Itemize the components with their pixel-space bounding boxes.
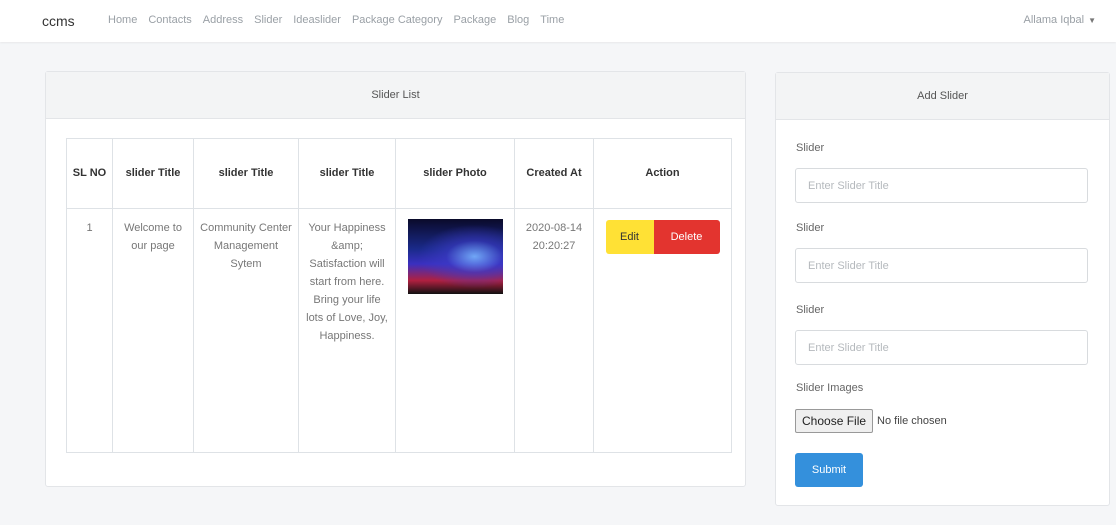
nav-link-package[interactable]: Package: [453, 14, 496, 26]
slider-title-input-3[interactable]: Enter Slider Title: [795, 330, 1088, 365]
column-header-slider-photo: slider Photo: [395, 138, 515, 209]
slider-label-3: Slider: [796, 304, 825, 316]
cell-title-1: Welcome to our page: [112, 208, 194, 453]
column-header-slider-title-2: slider Title: [193, 138, 299, 209]
slider-title-input-2[interactable]: Enter Slider Title: [795, 248, 1088, 283]
file-input: Choose File No file chosen: [795, 409, 947, 433]
slider-list-header: Slider List: [46, 72, 745, 119]
slider-photo-thumbnail: [407, 219, 503, 294]
nav-link-time[interactable]: Time: [540, 14, 564, 26]
column-header-created-at: Created At: [514, 138, 594, 209]
cell-title-2: Community Center Management Sytem: [193, 208, 299, 453]
top-navbar: ccms Home Contacts Address Slider Ideasl…: [0, 0, 1116, 42]
add-slider-card: Add Slider Slider Enter Slider Title Sli…: [775, 72, 1110, 506]
nav-links: Home Contacts Address Slider Ideaslider …: [108, 14, 564, 26]
column-header-slider-title-3: slider Title: [298, 138, 396, 209]
sl-no-text: 1: [86, 222, 93, 234]
slider-table: SL NO slider Title slider Title slider T…: [66, 138, 732, 453]
column-header-action: Action: [593, 138, 732, 209]
cell-action: Edit Delete: [593, 208, 732, 453]
column-header-sl-no: SL NO: [66, 138, 113, 209]
slider-label-1: Slider: [796, 142, 825, 154]
nav-link-contacts[interactable]: Contacts: [148, 14, 191, 26]
add-slider-header: Add Slider: [776, 73, 1109, 120]
delete-button[interactable]: Delete: [653, 220, 720, 254]
nav-link-package-category[interactable]: Package Category: [352, 14, 443, 26]
slider-list-title: Slider List: [371, 89, 420, 101]
title-1-text: Welcome to our page: [124, 222, 182, 252]
slider-title-input-1[interactable]: Enter Slider Title: [795, 168, 1088, 203]
table-row: 1 Welcome to our page Community Center M…: [66, 208, 732, 453]
nav-link-slider[interactable]: Slider: [254, 14, 282, 26]
cell-photo: [395, 208, 515, 453]
cell-title-3: Your Happiness &amp; Satisfaction will s…: [298, 208, 396, 453]
nav-link-address[interactable]: Address: [203, 14, 243, 26]
slider-images-label: Slider Images: [796, 382, 864, 394]
brand-link[interactable]: ccms: [42, 13, 75, 29]
edit-button[interactable]: Edit: [605, 220, 654, 254]
user-name: Allama Iqbal: [1023, 14, 1085, 26]
choose-file-button[interactable]: Choose File: [795, 409, 874, 433]
caret-down-icon: ▼: [1088, 15, 1096, 25]
title-2-text: Community Center Management Sytem: [200, 222, 292, 270]
user-menu[interactable]: Allama Iqbal ▼: [1024, 14, 1096, 26]
column-header-slider-title: slider Title: [112, 138, 194, 209]
nav-link-home[interactable]: Home: [108, 14, 137, 26]
slider-list-card: Slider List SL NO slider Title slider Ti…: [45, 71, 746, 487]
title-3-text: Your Happiness &amp; Satisfaction will s…: [306, 222, 388, 342]
cell-created-at: 2020-08-14 20:20:27: [514, 208, 594, 453]
file-status-text: No file chosen: [877, 415, 947, 427]
action-button-group: Edit Delete: [605, 220, 720, 254]
nav-link-blog[interactable]: Blog: [507, 14, 529, 26]
created-at-text: 2020-08-14 20:20:27: [525, 222, 583, 252]
table-header-row: SL NO slider Title slider Title slider T…: [66, 138, 732, 209]
nav-link-ideaslider[interactable]: Ideaslider: [293, 14, 341, 26]
add-slider-title: Add Slider: [917, 90, 968, 102]
submit-button[interactable]: Submit: [795, 453, 863, 487]
slider-label-2: Slider: [796, 222, 825, 234]
cell-sl-no: 1: [66, 208, 113, 453]
